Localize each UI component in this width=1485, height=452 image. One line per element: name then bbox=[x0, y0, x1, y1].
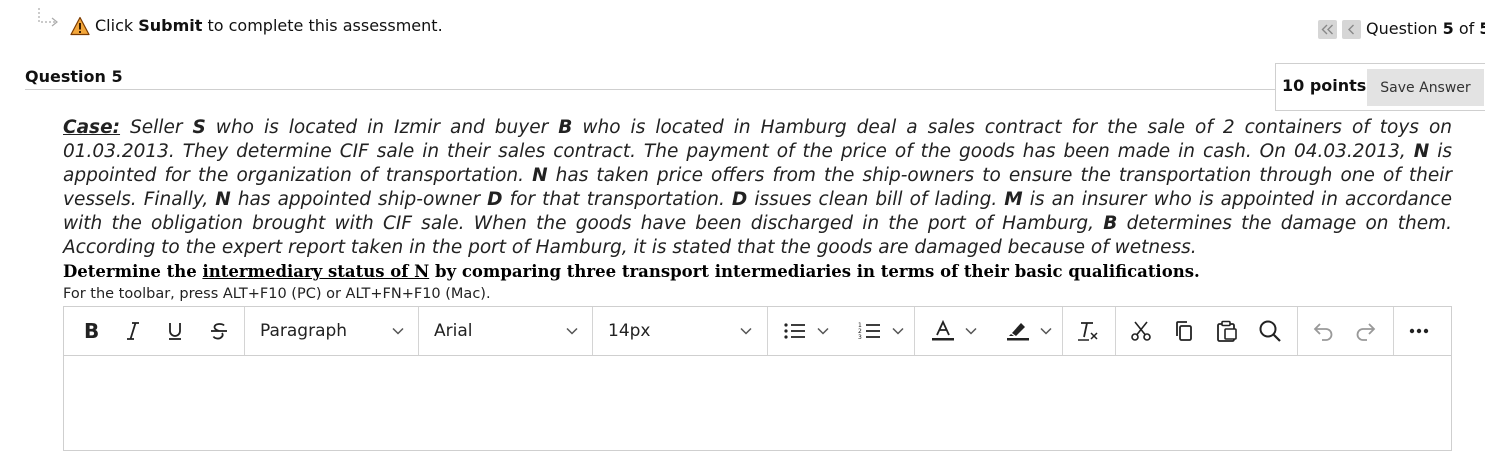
toolbar-separator bbox=[1062, 307, 1063, 355]
hint-prefix: Click bbox=[95, 16, 139, 35]
case-text: who is located in Izmir and buyer bbox=[205, 117, 559, 138]
hint-suffix: to complete this assessment. bbox=[202, 16, 443, 35]
case-party: N bbox=[1413, 141, 1430, 162]
question-current: 5 bbox=[1442, 19, 1454, 38]
underline-icon bbox=[169, 323, 181, 340]
save-answer-button[interactable]: Save Answer bbox=[1367, 69, 1484, 106]
case-party: D bbox=[731, 189, 748, 210]
text-color-button[interactable] bbox=[924, 316, 984, 346]
bold-icon: B bbox=[84, 321, 99, 341]
bullet-list-button[interactable] bbox=[776, 316, 836, 346]
more-icon bbox=[1409, 328, 1429, 334]
search-icon bbox=[1259, 320, 1281, 342]
bold-button[interactable]: B bbox=[78, 316, 104, 346]
case-label: Case: bbox=[63, 117, 121, 138]
warning-icon bbox=[70, 16, 90, 36]
undo-button[interactable] bbox=[1309, 316, 1337, 346]
case-text: Seller bbox=[120, 117, 193, 138]
svg-text:B: B bbox=[84, 321, 99, 341]
case-party: B bbox=[558, 117, 573, 138]
submit-hint: Click Submit to complete this assessment… bbox=[95, 16, 443, 35]
case-party: S bbox=[192, 117, 206, 138]
text-color-icon bbox=[932, 320, 954, 341]
toolbar-separator bbox=[1115, 307, 1116, 355]
find-replace-button[interactable] bbox=[1256, 316, 1284, 346]
toolbar-separator bbox=[914, 307, 915, 355]
strikethrough-icon bbox=[211, 323, 227, 340]
case-party: B bbox=[1103, 213, 1118, 234]
hint-arrow-icon bbox=[38, 8, 58, 27]
undo-icon bbox=[1313, 323, 1333, 341]
bullet-list-icon bbox=[784, 323, 805, 339]
redo-icon bbox=[1356, 323, 1376, 341]
clear-formatting-icon bbox=[1078, 322, 1098, 341]
chevron-down-icon bbox=[965, 327, 977, 335]
hint-submit-emphasis: Submit bbox=[138, 16, 203, 35]
font-family-value: Arial bbox=[434, 321, 473, 341]
numbered-list-button[interactable]: 1 2 3 bbox=[851, 316, 911, 346]
italic-button[interactable] bbox=[121, 316, 145, 346]
strikethrough-button[interactable] bbox=[206, 316, 232, 346]
highlight-color-button[interactable] bbox=[999, 316, 1059, 346]
question-position: Question 5 of 5 bbox=[1366, 19, 1485, 38]
question-title: Question 5 bbox=[25, 67, 123, 86]
question-position-label: Question bbox=[1366, 19, 1443, 38]
italic-icon bbox=[127, 322, 139, 340]
toolbar-separator bbox=[1393, 307, 1394, 355]
numbered-list-icon: 1 2 3 bbox=[858, 322, 880, 341]
paste-icon bbox=[1217, 320, 1237, 342]
case-text: has appointed ship-owner bbox=[230, 189, 488, 210]
chevron-down-icon bbox=[892, 327, 904, 335]
instruction-underlined: intermediary status of N bbox=[202, 262, 430, 281]
svg-text:3: 3 bbox=[858, 334, 862, 341]
case-party: N bbox=[532, 165, 548, 186]
instruction-before: Determine the bbox=[63, 262, 203, 281]
instruction-after: by comparing three transport intermediar… bbox=[429, 262, 1200, 281]
chevron-left-icon bbox=[1348, 24, 1354, 35]
more-options-button[interactable] bbox=[1405, 316, 1433, 346]
case-text: for that transportation. bbox=[502, 189, 732, 210]
copy-icon bbox=[1176, 321, 1192, 341]
question-divider bbox=[25, 89, 1275, 90]
clear-formatting-button[interactable] bbox=[1074, 316, 1102, 346]
font-size-dropdown[interactable]: 14px bbox=[593, 307, 766, 355]
case-description: Case: Seller S who is located in Izmir a… bbox=[63, 116, 1452, 260]
toolbar-separator bbox=[767, 307, 768, 355]
previous-question-button[interactable] bbox=[1342, 20, 1361, 39]
block-format-dropdown[interactable]: Paragraph bbox=[245, 307, 418, 355]
answer-editor: B Paragraph Arial 14px 1 2 3 bbox=[63, 306, 1452, 451]
cut-button[interactable] bbox=[1127, 316, 1155, 346]
paste-button[interactable] bbox=[1213, 316, 1241, 346]
first-question-button[interactable] bbox=[1318, 20, 1337, 39]
underline-button[interactable] bbox=[163, 316, 187, 346]
highlight-icon bbox=[1007, 323, 1029, 341]
chevron-down-icon bbox=[566, 327, 578, 335]
case-party: M bbox=[1004, 189, 1023, 210]
case-party: D bbox=[487, 189, 503, 210]
redo-button[interactable] bbox=[1352, 316, 1380, 346]
question-total: 5 bbox=[1479, 19, 1485, 38]
chevron-down-icon bbox=[1040, 327, 1052, 335]
editor-toolbar: B Paragraph Arial 14px 1 2 3 bbox=[64, 307, 1451, 356]
block-format-value: Paragraph bbox=[260, 321, 348, 341]
toolbar-separator bbox=[1297, 307, 1298, 355]
question-points: 10 points bbox=[1282, 76, 1367, 95]
case-text: issues clean bill of lading. bbox=[747, 189, 1005, 210]
chevron-down-icon bbox=[740, 327, 752, 335]
question-position-of: of bbox=[1453, 19, 1480, 38]
toolbar-shortcut-hint: For the toolbar, press ALT+F10 (PC) or A… bbox=[63, 286, 491, 302]
case-party: N bbox=[215, 189, 231, 210]
question-instruction: Determine the intermediary status of N b… bbox=[63, 262, 1200, 281]
font-size-value: 14px bbox=[608, 321, 651, 341]
double-chevron-left-icon bbox=[1321, 24, 1333, 35]
copy-button[interactable] bbox=[1170, 316, 1198, 346]
chevron-down-icon bbox=[392, 327, 404, 335]
editor-content-area[interactable] bbox=[64, 356, 1451, 452]
chevron-down-icon bbox=[817, 327, 829, 335]
font-family-dropdown[interactable]: Arial bbox=[419, 307, 592, 355]
cut-icon bbox=[1131, 321, 1151, 341]
